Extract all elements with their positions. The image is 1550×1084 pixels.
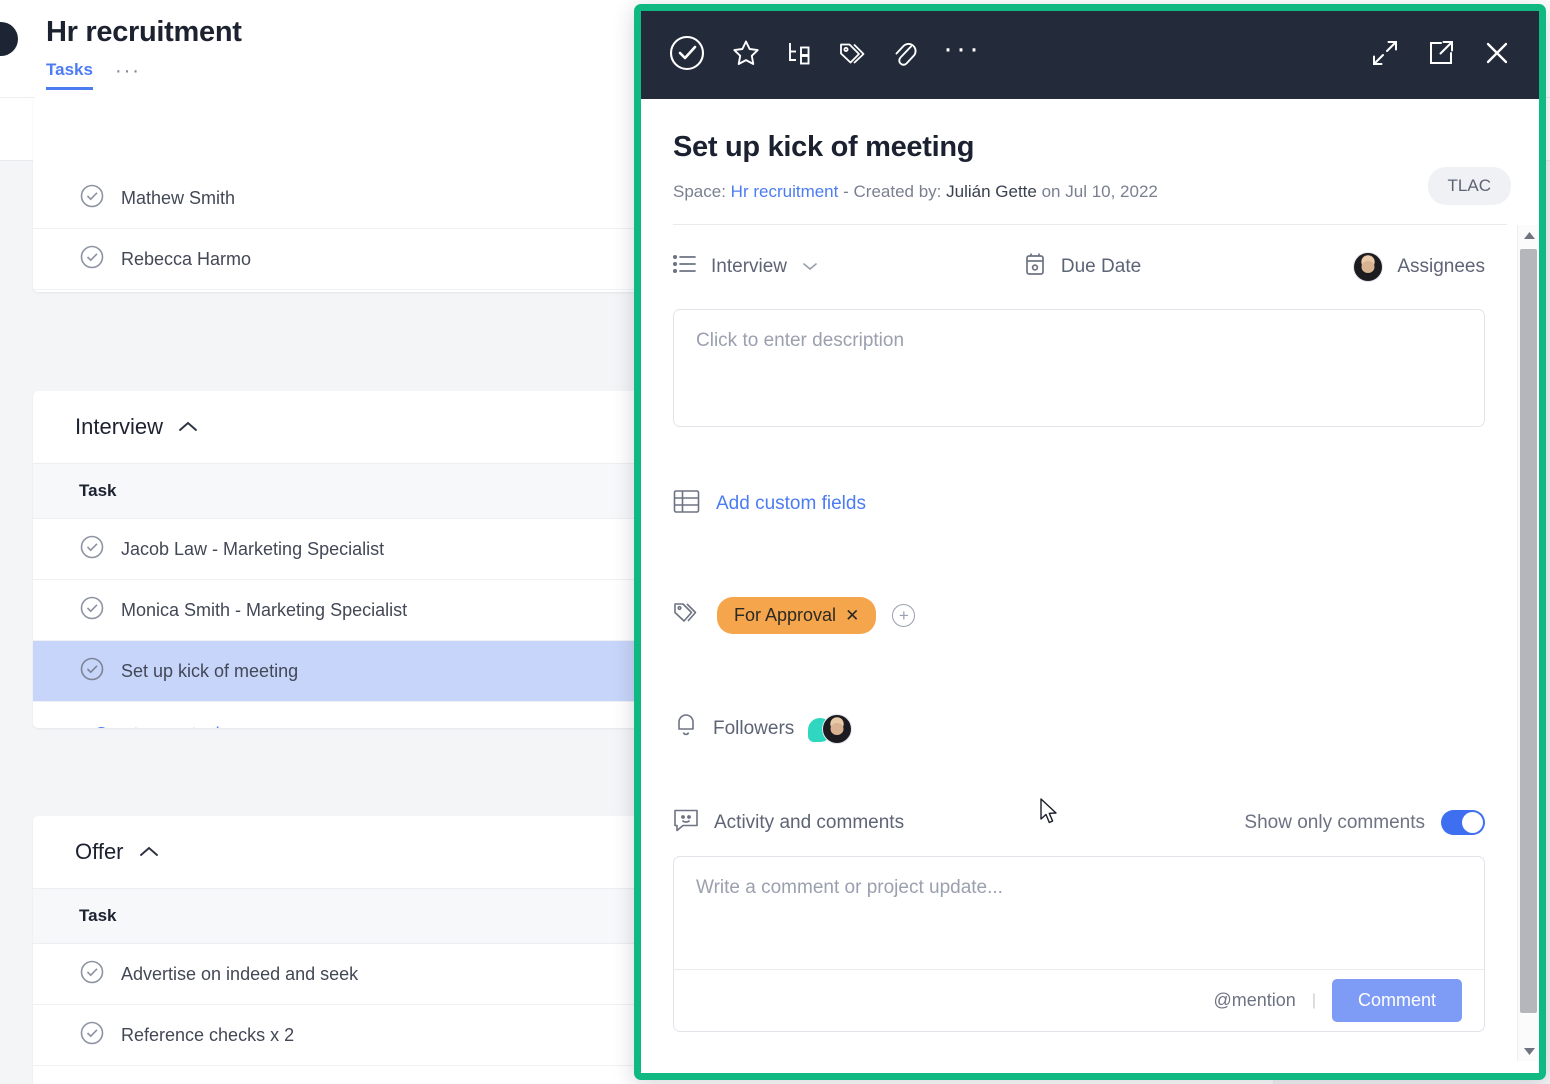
meta-separator: - (843, 182, 849, 201)
followers-label: Followers (713, 717, 795, 739)
comment-input[interactable]: Write a comment or project update... (674, 857, 1484, 969)
check-circle-icon[interactable] (79, 534, 105, 565)
scroll-down-arrow-icon[interactable] (1518, 1041, 1539, 1061)
comment-smiley-icon (673, 807, 700, 838)
tag-icon[interactable] (837, 38, 867, 73)
modal-toolbar: ··· (641, 11, 1539, 99)
followers-avatars[interactable] (808, 713, 854, 744)
modal-scroll-content: Interview Due Date Assignees Click to en… (641, 225, 1517, 1061)
section-value: Interview (711, 256, 788, 277)
modal-body: Interview Due Date Assignees Click to en… (641, 225, 1539, 1061)
check-circle-icon[interactable] (79, 656, 105, 687)
task-title: Advertise on indeed and seek (121, 963, 359, 984)
scroll-up-arrow-icon[interactable] (1518, 225, 1539, 245)
assignees-label: Assignees (1397, 256, 1485, 277)
check-circle-icon[interactable] (79, 959, 105, 990)
modal-scrollbar[interactable] (1517, 225, 1539, 1061)
description-input[interactable]: Click to enter description (673, 309, 1485, 427)
workspace-avatar-icon[interactable] (0, 22, 18, 56)
modal-title-section: Set up kick of meeting Space: Hr recruit… (641, 99, 1539, 225)
task-title: Mathew Smith (121, 187, 236, 208)
task-title: Rebecca Harmo (121, 248, 252, 269)
separator: | (1311, 991, 1316, 1009)
project-tabs: Tasks ··· (46, 60, 141, 90)
due-date-label: Due Date (1060, 256, 1142, 277)
show-only-comments-toggle[interactable] (1441, 810, 1485, 835)
check-circle-icon[interactable] (79, 1020, 105, 1051)
group-name: Offer (75, 839, 124, 864)
followers-row: Followers (673, 712, 1485, 745)
table-icon (673, 489, 700, 519)
calendar-icon (1023, 252, 1047, 283)
close-icon[interactable] (1483, 39, 1511, 72)
chevron-up-icon[interactable] (138, 839, 160, 865)
tabs-more-icon[interactable]: ··· (115, 61, 141, 85)
task-meta: Space: Hr recruitment - Created by: Juli… (673, 182, 1507, 202)
space-link[interactable]: Hr recruitment (731, 182, 839, 201)
activity-label: Activity and comments (714, 811, 905, 833)
comment-button[interactable]: Comment (1331, 979, 1462, 1022)
section-field[interactable]: Interview (672, 254, 1023, 280)
created-by-label: Created by: (853, 182, 942, 201)
mouse-cursor (1040, 798, 1060, 831)
star-icon[interactable] (731, 38, 761, 73)
tag-label: For Approval (734, 605, 837, 625)
task-title: Monica Smith - Marketing Specialist (121, 599, 408, 620)
task-fields-row: Interview Due Date Assignees (672, 225, 1485, 309)
check-circle-icon[interactable] (79, 595, 105, 626)
comment-actions: @mention | Comment (674, 969, 1484, 1031)
creator-name: Julián Gette (946, 182, 1037, 201)
page-title: Hr recruitment (46, 16, 242, 48)
space-label: Space: (673, 182, 726, 201)
avatar (1353, 252, 1384, 282)
tag-chip[interactable]: For Approval ✕ (717, 597, 877, 634)
avatar (822, 713, 853, 744)
group-name: Interview (75, 414, 164, 439)
custom-fields-row[interactable]: Add custom fields (673, 489, 1485, 519)
due-date-field[interactable]: Due Date (1023, 252, 1353, 283)
screen: Hr recruitment Tasks ··· List (0, 0, 1550, 1084)
check-circle-icon[interactable] (79, 244, 105, 275)
attachment-icon[interactable] (891, 38, 919, 73)
task-title-heading[interactable]: Set up kick of meeting (673, 131, 1507, 164)
bell-icon (673, 712, 699, 745)
show-only-comments-label: Show only comments (1244, 811, 1425, 833)
tags-row: For Approval ✕ + (673, 597, 1485, 634)
section-list-icon (672, 254, 697, 280)
expand-icon[interactable] (1371, 39, 1399, 72)
task-title: Jacob Law - Marketing Specialist (121, 538, 385, 559)
tab-tasks[interactable]: Tasks (46, 60, 93, 90)
scrollbar-thumb[interactable] (1520, 249, 1537, 1013)
chevron-up-icon[interactable] (177, 414, 199, 440)
check-circle-icon[interactable] (79, 183, 105, 214)
activity-row: Activity and comments Show only comments (673, 807, 1485, 838)
more-options-icon[interactable]: ··· (943, 34, 982, 67)
add-custom-fields-link[interactable]: Add custom fields (716, 493, 866, 515)
on-label: on (1041, 182, 1061, 201)
task-detail-modal: ··· Set up kick of meeting Space: Hr rec… (634, 4, 1546, 1080)
subtask-icon[interactable] (785, 39, 813, 72)
remove-tag-icon[interactable]: ✕ (845, 606, 859, 626)
mention-button[interactable]: @mention (1214, 990, 1296, 1011)
created-date: Jul 10, 2022 (1065, 182, 1158, 201)
task-title: Reference checks x 2 (121, 1024, 295, 1045)
status-badge[interactable]: TLAC (1427, 167, 1511, 205)
chevron-down-icon[interactable] (801, 256, 819, 278)
comment-composer: Write a comment or project update... @me… (673, 856, 1485, 1032)
toggle-knob (1462, 812, 1483, 833)
complete-task-icon[interactable] (667, 33, 707, 78)
tag-icon (673, 600, 701, 631)
task-title: Set up kick of meeting (121, 660, 299, 681)
add-tag-icon[interactable]: + (892, 604, 916, 627)
open-external-icon[interactable] (1427, 39, 1455, 72)
assignees-field[interactable]: Assignees (1353, 252, 1485, 282)
